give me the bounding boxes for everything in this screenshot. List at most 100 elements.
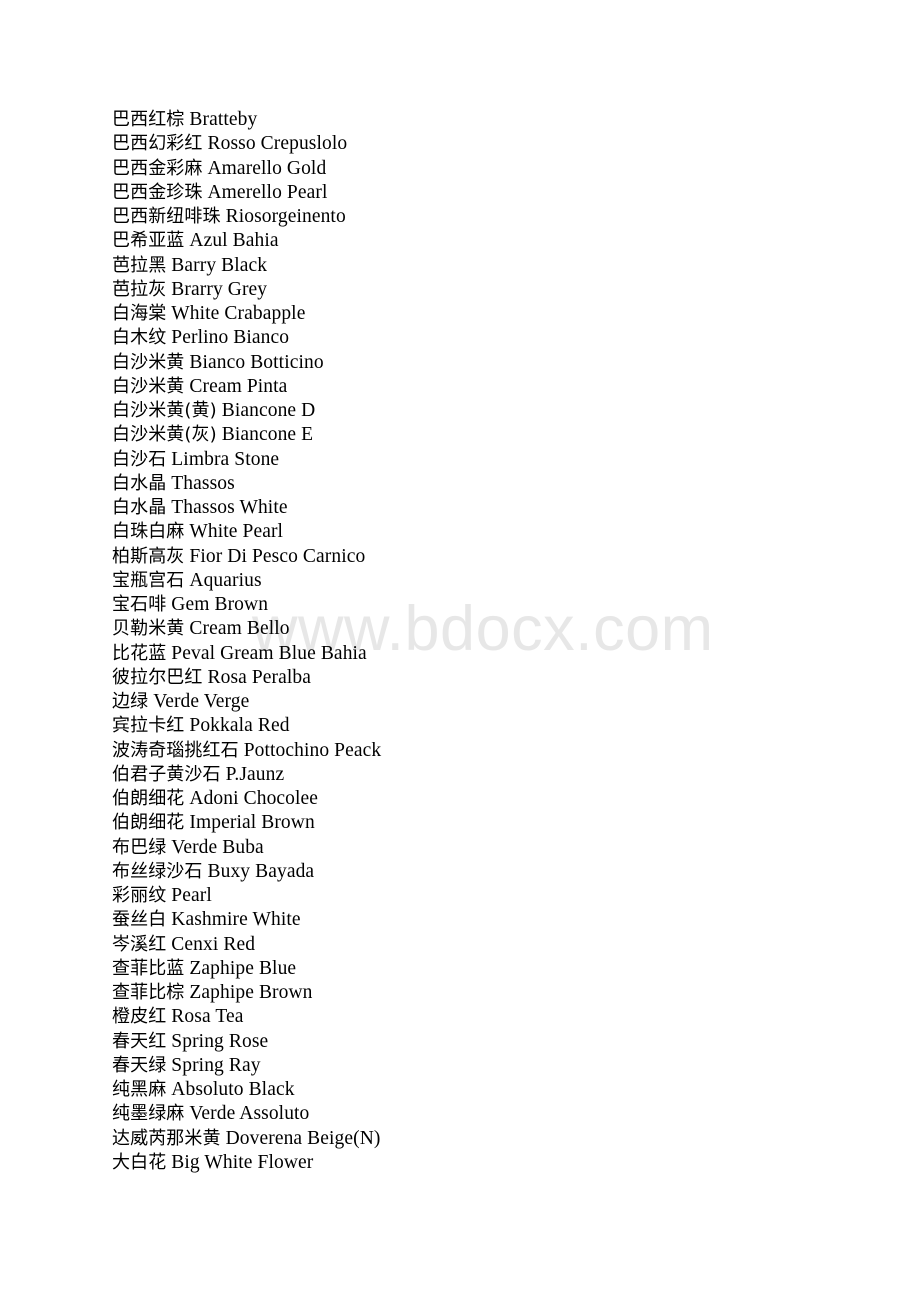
stone-name-english: Zaphipe Brown: [189, 982, 313, 1003]
stone-name-chinese: 伯朗细花: [112, 812, 185, 834]
list-item: 白沙米黄 Bianco Botticino: [112, 351, 812, 375]
list-item: 贝勒米黄 Cream Bello: [112, 617, 812, 641]
list-item: 查菲比蓝 Zaphipe Blue: [112, 957, 812, 981]
list-item: 白沙石 Limbra Stone: [112, 448, 812, 472]
stone-name-chinese: 白沙石: [112, 448, 167, 470]
list-item: 达威芮那米黄 Doverena Beige(N): [112, 1127, 812, 1151]
list-item: 白沙米黄(灰) Biancone E: [112, 423, 812, 447]
stone-name-chinese: 大白花: [112, 1151, 167, 1173]
list-item: 纯墨绿麻 Verde Assoluto: [112, 1102, 812, 1126]
stone-name-english: Perlino Bianco: [171, 327, 290, 349]
list-item: 岑溪红 Cenxi Red: [112, 933, 812, 957]
list-item: 宝石啡 Gem Brown: [112, 593, 812, 617]
stone-name-chinese: 彩丽纹: [112, 885, 167, 906]
stone-name-english: Imperial Brown: [189, 812, 315, 834]
stone-name-english: Aquarius: [189, 569, 262, 591]
stone-name-chinese: 纯黑麻: [112, 1079, 167, 1100]
stone-name-english: Barry Black: [171, 254, 268, 276]
stone-name-chinese: 巴西新纽啡珠: [112, 206, 221, 227]
stone-name-english: Verde Assoluto: [189, 1103, 310, 1125]
stone-name-chinese: 波涛奇瑙挑红石: [112, 739, 239, 761]
stone-name-chinese: 白水晶: [112, 497, 167, 518]
stone-name-english: Zaphipe Blue: [189, 957, 297, 979]
list-item: 宾拉卡红 Pokkala Red: [112, 714, 812, 738]
stone-name-english: Rosso Crepuslolo: [207, 133, 348, 155]
stone-name-chinese: 巴西幻彩红: [112, 133, 203, 155]
stone-name-chinese: 布丝绿沙石: [112, 860, 203, 882]
list-item: 巴西金珍珠 Amerello Pearl: [112, 181, 812, 205]
stone-name-chinese: 查菲比棕: [112, 982, 185, 1003]
list-item: 蚕丝白 Kashmire White: [112, 908, 812, 932]
stone-name-chinese: 巴西红棕: [112, 109, 185, 130]
document-page: www.bdocx.com 巴西红棕 Bratteby 巴西幻彩红 Rosso C…: [0, 0, 920, 1302]
list-item: 白水晶 Thassos: [112, 472, 812, 496]
stone-name-chinese: 查菲比蓝: [112, 957, 185, 979]
stone-name-english: Absoluto Black: [171, 1079, 295, 1100]
stone-name-chinese: 白水晶: [112, 472, 167, 494]
stone-name-chinese: 达威芮那米黄: [112, 1127, 221, 1149]
stone-name-english: Riosorgeinento: [225, 206, 346, 227]
stone-name-chinese: 比花蓝: [112, 642, 167, 664]
stone-name-chinese: 白沙米黄(黄): [112, 400, 217, 421]
stone-name-chinese: 宝瓶宫石: [112, 569, 185, 591]
stone-name-english: Pearl: [171, 885, 212, 906]
list-item: 伯君子黄沙石 P.Jaunz: [112, 763, 812, 787]
stone-name-chinese: 白沙米黄(灰): [112, 424, 217, 446]
stone-name-english: Rosa Tea: [171, 1006, 244, 1028]
stone-name-english: White Crabapple: [171, 303, 306, 324]
stone-name-chinese: 白沙米黄: [112, 351, 185, 373]
list-item: 白海棠 White Crabapple: [112, 302, 812, 326]
stone-name-chinese: 柏斯高灰: [112, 545, 185, 567]
list-item: 巴希亚蓝 Azul Bahia: [112, 229, 812, 253]
list-item: 伯朗细花 Adoni Chocolee: [112, 787, 812, 811]
list-item: 彼拉尔巴红 Rosa Peralba: [112, 666, 812, 690]
list-item: 巴西红棕 Bratteby: [112, 108, 812, 132]
stone-name-chinese: 白木纹: [112, 327, 167, 349]
stone-name-english: Pokkala Red: [189, 715, 290, 737]
stone-name-english: Spring Ray: [171, 1054, 261, 1076]
stone-name-chinese: 岑溪红: [112, 933, 167, 955]
stone-name-chinese: 春天红: [112, 1030, 167, 1052]
list-item: 宝瓶宫石 Aquarius: [112, 569, 812, 593]
list-item: 彩丽纹 Pearl: [112, 884, 812, 908]
stone-name-chinese: 纯墨绿麻: [112, 1103, 185, 1125]
stone-name-chinese: 宝石啡: [112, 594, 167, 615]
list-item: 巴西金彩麻 Amarello Gold: [112, 157, 812, 181]
stone-name-chinese: 橙皮红: [112, 1006, 167, 1028]
stone-name-chinese: 白海棠: [112, 303, 167, 324]
list-item: 春天红 Spring Rose: [112, 1030, 812, 1054]
list-item: 大白花 Big White Flower: [112, 1151, 812, 1175]
stone-name-english: Thassos White: [171, 497, 288, 518]
stone-name-chinese: 彼拉尔巴红: [112, 666, 203, 688]
list-item: 查菲比棕 Zaphipe Brown: [112, 981, 812, 1005]
stone-name-english: Bratteby: [189, 109, 258, 130]
list-item: 白珠白麻 White Pearl: [112, 520, 812, 544]
stone-name-chinese: 伯朗细花: [112, 788, 185, 809]
stone-name-english: Cream Pinta: [189, 375, 288, 397]
stone-name-english: Pottochino Peack: [243, 739, 382, 761]
list-item: 白沙米黄(黄) Biancone D: [112, 399, 812, 423]
stone-name-english: White Pearl: [189, 521, 284, 543]
stone-name-english: Adoni Chocolee: [189, 788, 319, 809]
stone-name-english: Limbra Stone: [171, 448, 280, 470]
stone-name-english: Peval Gream Blue Bahia: [171, 642, 367, 664]
list-item: 芭拉黑 Barry Black: [112, 254, 812, 278]
list-item: 白木纹 Perlino Bianco: [112, 326, 812, 350]
stone-name-chinese: 白沙米黄: [112, 375, 185, 397]
stone-name-english: Verde Buba: [171, 836, 264, 858]
stone-name-chinese: 贝勒米黄: [112, 618, 185, 640]
stone-name-english: Cenxi Red: [171, 933, 256, 955]
stone-name-chinese: 春天绿: [112, 1054, 167, 1076]
stone-name-english: Rosa Peralba: [207, 666, 312, 688]
stone-name-chinese: 巴西金珍珠: [112, 181, 203, 203]
stone-name-english: Biancone E: [221, 424, 314, 446]
list-item: 白沙米黄 Cream Pinta: [112, 375, 812, 399]
list-item: 芭拉灰 Brarry Grey: [112, 278, 812, 302]
list-item: 柏斯高灰 Fior Di Pesco Carnico: [112, 545, 812, 569]
stone-name-english: Fior Di Pesco Carnico: [189, 545, 366, 567]
list-item: 巴西幻彩红 Rosso Crepuslolo: [112, 132, 812, 156]
stone-name-chinese: 蚕丝白: [112, 909, 167, 931]
stone-name-chinese: 巴希亚蓝: [112, 230, 185, 252]
stone-name-english: Thassos: [171, 472, 235, 494]
stone-name-chinese: 宾拉卡红: [112, 715, 185, 737]
